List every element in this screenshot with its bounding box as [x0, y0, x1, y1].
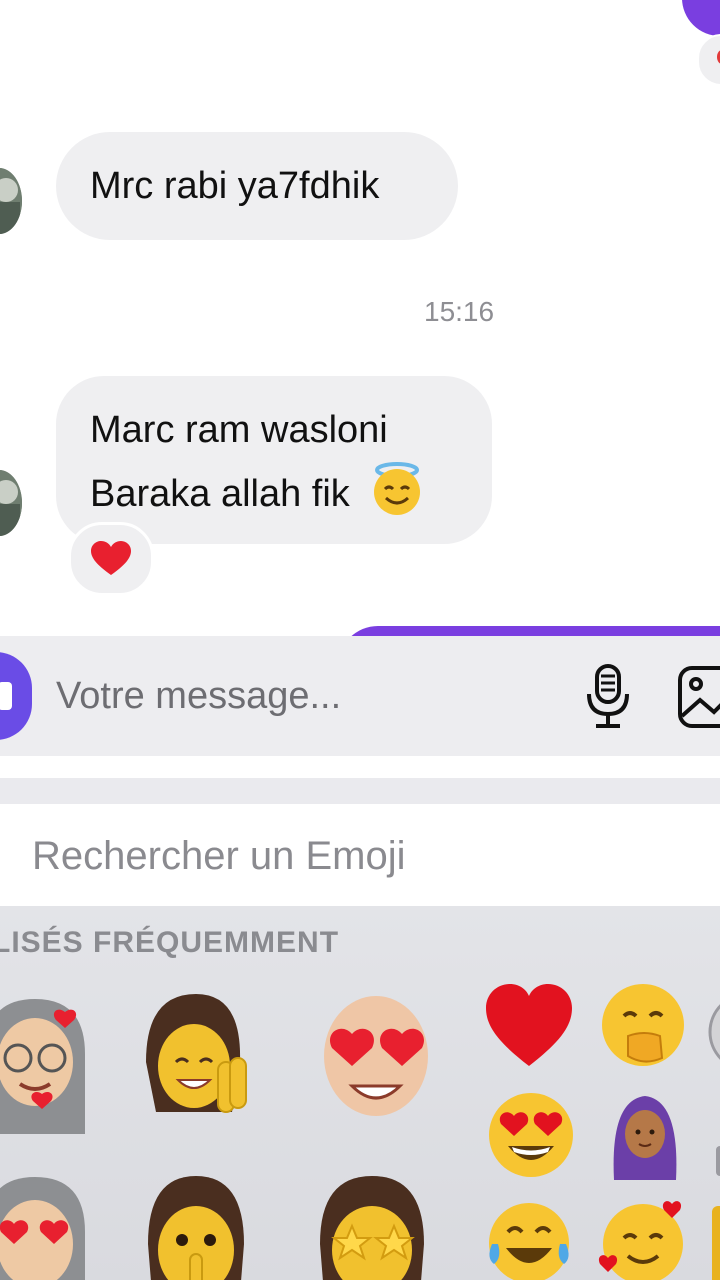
message-text-line: Marc ram wasloni — [90, 409, 388, 451]
message-text: Mrc rabi ya7fdhik — [90, 165, 380, 207]
chat-thread[interactable]: Mrc rabi ya7fdhik 15:16 Marc ram wasloni… — [0, 0, 720, 636]
smiling-halo-emoji-icon — [374, 462, 421, 515]
smiling-face-with-hearts-emoji-icon[interactable] — [598, 1198, 688, 1280]
memoji-shushing-icon[interactable] — [140, 1174, 252, 1280]
plus-icon[interactable] — [0, 652, 32, 740]
avatar[interactable] — [0, 168, 22, 234]
message-text-line: Baraka allah fik — [90, 460, 424, 522]
memoji-crossed-fingers-icon[interactable] — [136, 992, 256, 1132]
avatar[interactable] — [0, 470, 22, 536]
chat-screen: Mrc rabi ya7fdhik 15:16 Marc ram wasloni… — [0, 0, 720, 1280]
memoji-heart-glasses-icon[interactable] — [0, 994, 90, 1134]
partial-emoji-icon[interactable] — [708, 1206, 720, 1280]
message-text: Baraka allah fik — [90, 473, 350, 515]
image-icon[interactable] — [674, 662, 720, 732]
tears-of-joy-emoji-icon[interactable] — [484, 1198, 574, 1280]
divider — [0, 756, 720, 778]
reaction-badge[interactable] — [697, 34, 720, 86]
heart-eyes-emoji-icon[interactable] — [486, 1090, 576, 1180]
memoji-star-struck-icon[interactable] — [312, 1174, 432, 1280]
emoji-search-bar — [0, 804, 720, 906]
memoji-heart-eyes-scarf-icon[interactable] — [0, 1172, 90, 1280]
partial-emoji-icon[interactable] — [708, 988, 720, 1078]
message-bubble[interactable]: Marc ram wasloni Baraka allah fik — [56, 376, 492, 544]
message-composer — [0, 636, 720, 756]
divider — [0, 778, 720, 804]
message-timestamp: 15:16 — [424, 296, 495, 327]
woman-with-headscarf-emoji-icon[interactable] — [600, 1090, 690, 1180]
section-title: LISÉS FRÉQUEMMENT — [0, 926, 340, 959]
outgoing-message-bubble[interactable] — [682, 0, 720, 36]
partial-emoji-icon[interactable] — [708, 1096, 720, 1186]
heart-icon — [91, 541, 131, 575]
memoji-heart-eyes-icon[interactable] — [316, 992, 436, 1132]
microphone-icon[interactable] — [580, 662, 636, 732]
hand-over-mouth-emoji-icon[interactable] — [598, 980, 688, 1070]
red-heart-emoji-icon[interactable] — [484, 982, 574, 1072]
heart-reaction-badge[interactable] — [68, 522, 154, 596]
emoji-keyboard: LISÉS FRÉQUEMMENT — [0, 906, 720, 1280]
outgoing-message-bubble[interactable] — [338, 626, 720, 636]
message-bubble[interactable]: Mrc rabi ya7fdhik — [56, 132, 458, 240]
message-input[interactable] — [56, 668, 556, 724]
emoji-search-input[interactable] — [32, 828, 692, 884]
